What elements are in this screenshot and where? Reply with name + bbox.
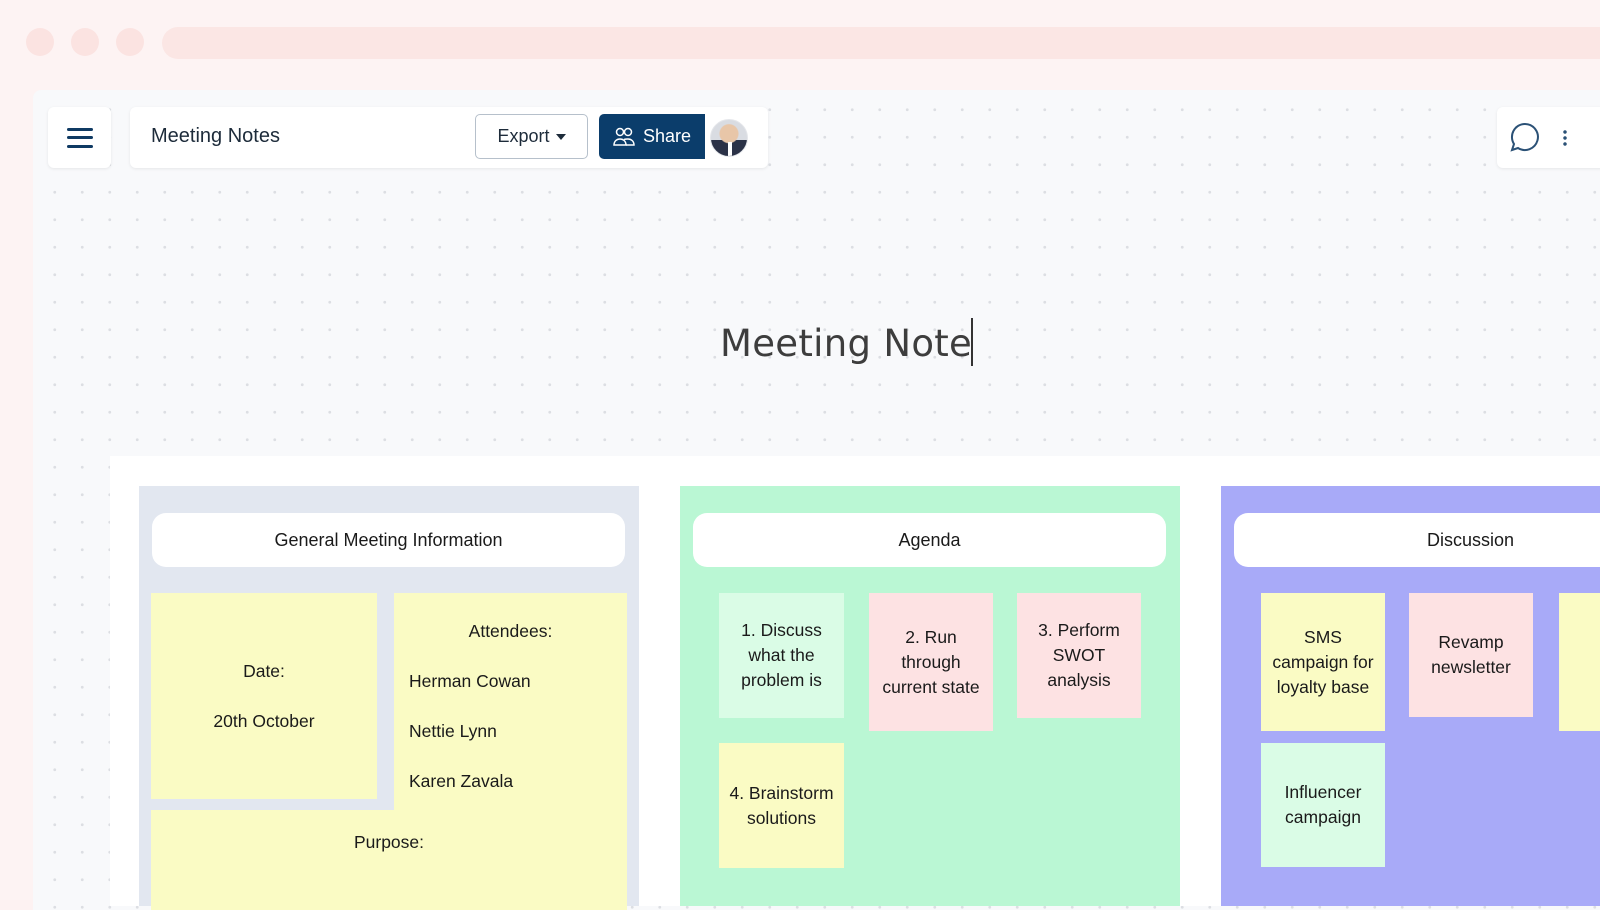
section-general-info: General Meeting Information Date: 20th O… bbox=[139, 486, 639, 910]
caret-down-icon bbox=[555, 133, 566, 140]
window-maximize-dot[interactable] bbox=[116, 28, 144, 56]
date-value: 20th October bbox=[213, 710, 315, 731]
document-title[interactable]: Meeting Notes bbox=[151, 125, 280, 148]
export-label: Export bbox=[497, 126, 550, 146]
chat-bubble-icon[interactable] bbox=[1509, 121, 1541, 153]
window-minimize-dot[interactable] bbox=[71, 28, 99, 56]
user-avatar[interactable] bbox=[710, 119, 748, 157]
agenda-note[interactable]: 3. Perform SWOT analysis bbox=[1017, 593, 1141, 718]
share-button[interactable]: Share bbox=[599, 114, 705, 159]
share-label: Share bbox=[642, 126, 692, 146]
attendee-item: Karen Zavala bbox=[409, 771, 514, 791]
section-discussion: Discussion SMS campaign for loyalty base… bbox=[1221, 486, 1600, 906]
note-date[interactable]: Date: 20th October bbox=[151, 593, 377, 799]
section-title: General Meeting Information bbox=[152, 513, 625, 567]
section-agenda: Agenda 1. Discuss what the problem is 2.… bbox=[680, 486, 1180, 906]
users-icon bbox=[613, 127, 635, 146]
address-bar[interactable] bbox=[162, 27, 1600, 59]
export-button[interactable]: Export bbox=[475, 114, 588, 159]
canvas-heading-text: Meeting Note bbox=[720, 322, 973, 365]
section-title: Agenda bbox=[693, 513, 1166, 567]
window-close-dot[interactable] bbox=[26, 28, 54, 56]
document-toolbar: Meeting Notes Export Share bbox=[130, 107, 768, 168]
note-attendees[interactable]: Attendees: Herman Cowan Nettie Lynn Kare… bbox=[394, 593, 627, 823]
section-title-box: Discussion bbox=[1234, 513, 1600, 567]
agenda-note[interactable]: 2. Run through current state bbox=[869, 593, 993, 731]
attendee-item: Herman Cowan bbox=[409, 671, 531, 691]
more-vertical-icon[interactable] bbox=[1563, 129, 1567, 147]
note-purpose[interactable]: Purpose: bbox=[151, 810, 627, 910]
agenda-note[interactable]: 4. Brainstorm solutions bbox=[719, 743, 844, 868]
hamburger-menu-icon bbox=[66, 127, 93, 148]
discussion-note[interactable] bbox=[1559, 593, 1600, 731]
date-label: Date: bbox=[243, 660, 285, 681]
discussion-note[interactable]: Revamp newsletter bbox=[1409, 593, 1533, 717]
purpose-label: Purpose: bbox=[353, 832, 425, 852]
text-cursor bbox=[971, 318, 974, 366]
browser-frame: Meeting Notes Export Share Meeting Note … bbox=[0, 0, 1600, 910]
agenda-note[interactable]: 1. Discuss what the problem is bbox=[719, 593, 844, 718]
discussion-note[interactable]: Influencer campaign bbox=[1261, 743, 1385, 867]
right-toolbar bbox=[1497, 107, 1600, 168]
menu-button[interactable] bbox=[48, 107, 111, 168]
attendee-item: Nettie Lynn bbox=[409, 721, 497, 741]
discussion-note[interactable]: SMS campaign for loyalty base bbox=[1261, 593, 1385, 731]
attendees-label: Attendees: bbox=[468, 621, 553, 641]
section-title: Discussion bbox=[1426, 529, 1515, 550]
canvas-heading[interactable]: Meeting Note bbox=[720, 318, 974, 366]
